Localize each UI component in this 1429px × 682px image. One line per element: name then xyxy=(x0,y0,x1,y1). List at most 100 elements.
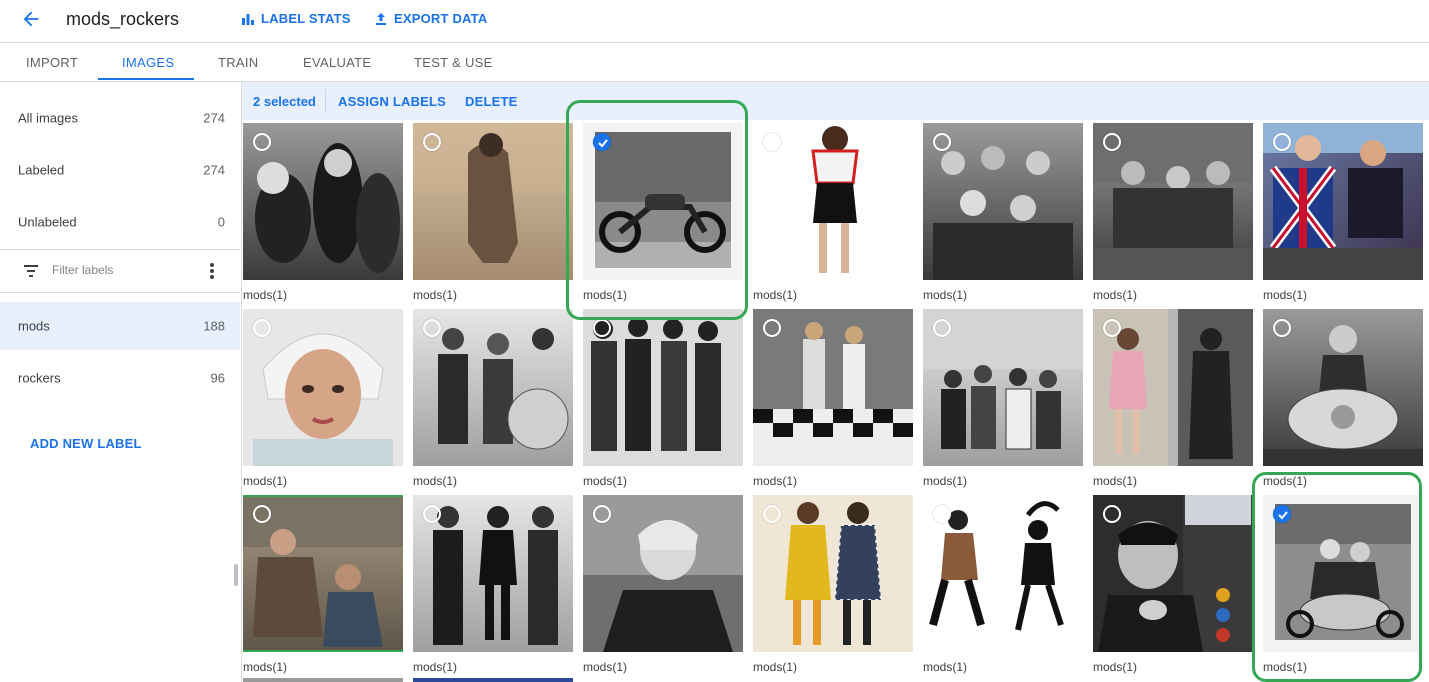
select-checkbox[interactable] xyxy=(763,505,781,523)
image-tile[interactable]: mods(1) xyxy=(753,309,913,493)
sidebar: All images 274 Labeled 274 Unlabeled 0 m… xyxy=(0,82,242,682)
image-tile[interactable]: mods(1) xyxy=(1093,309,1253,493)
image-label: mods(1) xyxy=(1093,288,1138,302)
image-label: mods(1) xyxy=(413,660,458,674)
image-label: mods(1) xyxy=(753,660,798,674)
image-tile[interactable]: mods(1) xyxy=(753,495,913,679)
select-checkbox[interactable] xyxy=(253,319,271,337)
image-tile[interactable]: mods(1) xyxy=(1093,495,1253,679)
image-label: mods(1) xyxy=(243,660,288,674)
sidebar-item-count: 0 xyxy=(217,214,225,230)
select-checkbox[interactable] xyxy=(253,133,271,151)
image-label: mods(1) xyxy=(583,660,628,674)
select-checkbox[interactable] xyxy=(253,505,271,523)
export-data-button[interactable]: EXPORT DATA xyxy=(374,11,487,26)
sidebar-item-all-images[interactable]: All images 274 xyxy=(0,90,240,142)
sidebar-item-count: 274 xyxy=(203,110,225,126)
check-icon xyxy=(598,139,608,148)
image-tile[interactable]: mods(1) xyxy=(923,495,1083,679)
sidebar-item-label: All images xyxy=(18,110,78,126)
image-tile[interactable]: mods(1) xyxy=(413,495,573,679)
select-checkbox[interactable] xyxy=(763,319,781,337)
tab-bar: IMPORT IMAGES TRAIN EVALUATE TEST & USE xyxy=(0,43,1429,82)
image-label: mods(1) xyxy=(1263,288,1308,302)
app-header: mods_rockers LABEL STATS EXPORT DATA xyxy=(0,0,1429,43)
selection-action-bar: 2 selected ASSIGN LABELS DELETE xyxy=(242,82,1429,120)
image-label: mods(1) xyxy=(753,474,798,488)
image-label: mods(1) xyxy=(753,288,798,302)
image-label: mods(1) xyxy=(923,288,968,302)
sidebar-item-count: 96 xyxy=(210,370,225,386)
upload-icon xyxy=(376,12,386,25)
image-tile-selected[interactable]: mods(1) xyxy=(583,123,743,307)
select-checkbox[interactable] xyxy=(593,505,611,523)
selected-count: 2 selected xyxy=(253,94,316,109)
select-checkbox[interactable] xyxy=(423,133,441,151)
label-stats-button[interactable]: LABEL STATS xyxy=(241,11,351,26)
divider xyxy=(0,292,240,293)
export-data-label: EXPORT DATA xyxy=(394,11,488,26)
tab-evaluate[interactable]: EVALUATE xyxy=(303,55,371,70)
check-icon xyxy=(1278,511,1288,520)
select-checkbox[interactable] xyxy=(1103,133,1121,151)
add-new-label-button[interactable]: ADD NEW LABEL xyxy=(30,436,142,451)
more-vert-icon[interactable] xyxy=(208,262,216,280)
tab-train[interactable]: TRAIN xyxy=(218,55,259,70)
sidebar-item-count: 188 xyxy=(203,318,225,334)
image-tile[interactable]: mods(1) xyxy=(923,123,1083,307)
image-tile[interactable]: mods(1) xyxy=(753,123,913,307)
filter-icon xyxy=(24,265,38,277)
image-tile[interactable]: mods(1) xyxy=(923,309,1083,493)
image-label: mods(1) xyxy=(1263,660,1308,674)
select-checkbox[interactable] xyxy=(933,505,951,523)
sidebar-item-rockers[interactable]: rockers 96 xyxy=(0,354,240,402)
sidebar-resize-handle[interactable] xyxy=(234,564,238,586)
tab-images[interactable]: IMAGES xyxy=(122,55,174,70)
image-tile[interactable]: mods(1) xyxy=(1093,123,1253,307)
image-tile[interactable]: mods(1) xyxy=(413,123,573,307)
image-label: mods(1) xyxy=(243,288,288,302)
divider xyxy=(325,89,326,113)
image-label: mods(1) xyxy=(413,474,458,488)
image-tile[interactable]: mods(1) xyxy=(1263,309,1423,493)
select-checkbox[interactable] xyxy=(1273,133,1291,151)
image-label: mods(1) xyxy=(583,474,628,488)
select-checkbox[interactable] xyxy=(933,133,951,151)
select-checkbox[interactable] xyxy=(423,319,441,337)
select-checkbox[interactable] xyxy=(1273,319,1291,337)
image-label: mods(1) xyxy=(583,288,628,302)
image-tile-selected[interactable]: mods(1) xyxy=(1263,495,1423,679)
sidebar-item-unlabeled[interactable]: Unlabeled 0 xyxy=(0,194,240,246)
sidebar-item-labeled[interactable]: Labeled 274 xyxy=(0,142,240,194)
delete-button[interactable]: DELETE xyxy=(465,94,517,109)
image-tile[interactable]: mods(1) xyxy=(243,309,403,493)
image-tile[interactable]: mods(1) xyxy=(583,495,743,679)
tab-test-and-use[interactable]: TEST & USE xyxy=(414,55,493,70)
sidebar-item-mods[interactable]: mods 188 xyxy=(0,302,240,350)
select-checkbox[interactable] xyxy=(1103,505,1121,523)
select-checkbox[interactable] xyxy=(423,505,441,523)
image-tile[interactable]: mods(1) xyxy=(1263,123,1423,307)
filter-labels xyxy=(0,250,240,292)
image-label: mods(1) xyxy=(243,474,288,488)
select-checkbox[interactable] xyxy=(763,133,781,151)
tab-import[interactable]: IMPORT xyxy=(26,55,78,70)
label-stats-label: LABEL STATS xyxy=(261,11,351,26)
sidebar-item-label: rockers xyxy=(18,370,61,386)
select-checkbox[interactable] xyxy=(1273,505,1291,523)
image-tile[interactable]: mods(1) xyxy=(583,309,743,493)
image-tile[interactable]: mods(1) xyxy=(413,309,573,493)
select-checkbox[interactable] xyxy=(933,319,951,337)
image-label: mods(1) xyxy=(413,288,458,302)
select-checkbox[interactable] xyxy=(1103,319,1121,337)
select-checkbox[interactable] xyxy=(593,319,611,337)
image-tile[interactable]: mods(1) xyxy=(243,123,403,307)
image-tile[interactable]: mods(1) xyxy=(243,495,403,679)
sidebar-item-label: mods xyxy=(18,318,50,334)
filter-labels-input[interactable] xyxy=(50,262,194,278)
sidebar-item-label: Labeled xyxy=(18,162,65,178)
back-arrow-icon[interactable] xyxy=(20,8,42,30)
sidebar-item-count: 274 xyxy=(203,162,225,178)
select-checkbox[interactable] xyxy=(593,133,611,151)
assign-labels-button[interactable]: ASSIGN LABELS xyxy=(338,94,446,109)
